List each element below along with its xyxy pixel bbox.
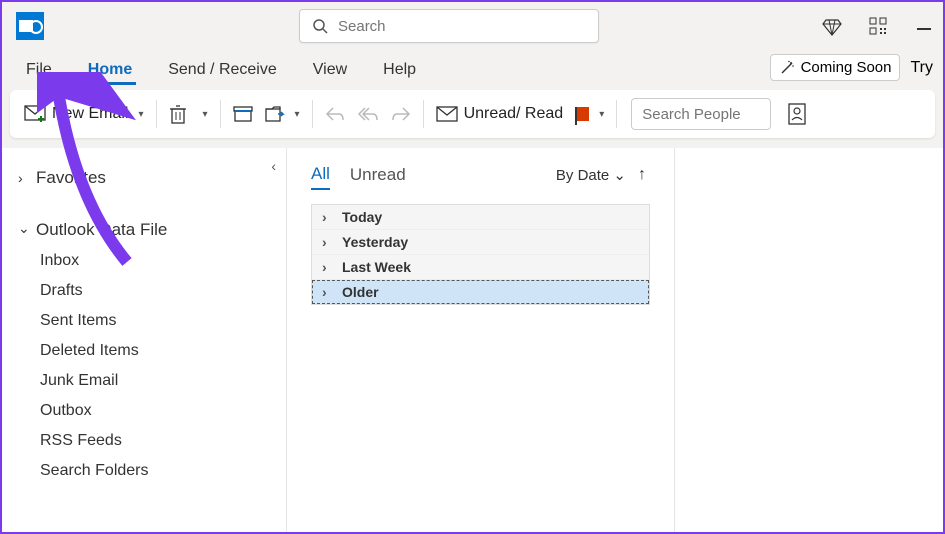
address-book-button[interactable] bbox=[781, 99, 813, 129]
sort-direction-button[interactable]: ↑ bbox=[638, 166, 646, 184]
group-older[interactable]: ›Older bbox=[312, 280, 649, 304]
group-today[interactable]: ›Today bbox=[312, 205, 649, 230]
filter-all[interactable]: All bbox=[311, 164, 330, 190]
tab-home[interactable]: Home bbox=[84, 55, 136, 85]
filter-unread[interactable]: Unread bbox=[350, 165, 406, 189]
chevron-down-icon: ▾ bbox=[295, 109, 300, 120]
unread-read-label: Unread/ Read bbox=[464, 105, 564, 123]
chevron-right-icon: › bbox=[322, 209, 336, 225]
ribbon-tabs: File Home Send / Receive View Help Comin… bbox=[2, 50, 943, 90]
folder-search[interactable]: Search Folders bbox=[18, 456, 270, 486]
chevron-down-icon: ⌄ bbox=[613, 167, 626, 184]
new-mail-icon bbox=[24, 105, 46, 123]
forward-icon bbox=[391, 106, 411, 122]
favorites-group[interactable]: Favorites bbox=[18, 162, 270, 194]
search-icon bbox=[312, 18, 328, 34]
global-search[interactable] bbox=[299, 9, 599, 43]
trash-icon bbox=[169, 104, 187, 124]
wand-icon bbox=[779, 60, 795, 76]
reply-button[interactable] bbox=[319, 102, 351, 126]
flag-button[interactable]: ▾ bbox=[569, 103, 610, 125]
minimize-button[interactable] bbox=[913, 15, 935, 37]
chevron-down-icon: ▾ bbox=[599, 109, 604, 120]
chevron-down-icon: ▾ bbox=[203, 109, 208, 120]
group-yesterday[interactable]: ›Yesterday bbox=[312, 230, 649, 255]
folder-rss[interactable]: RSS Feeds bbox=[18, 426, 270, 456]
folder-outbox[interactable]: Outbox bbox=[18, 396, 270, 426]
titlebar bbox=[2, 2, 943, 50]
chevron-right-icon: › bbox=[322, 234, 336, 250]
move-icon bbox=[265, 105, 285, 123]
data-file-group[interactable]: Outlook Data File bbox=[18, 214, 270, 246]
favorites-label: Favorites bbox=[36, 168, 106, 188]
global-search-input[interactable] bbox=[338, 18, 586, 35]
envelope-icon bbox=[436, 106, 458, 122]
qr-code-icon[interactable] bbox=[867, 15, 889, 37]
coming-soon-label: Coming Soon bbox=[801, 59, 892, 76]
tab-view[interactable]: View bbox=[309, 55, 351, 85]
sort-by-date[interactable]: By Date ⌄ bbox=[556, 166, 626, 184]
separator bbox=[156, 100, 157, 128]
coming-soon-button[interactable]: Coming Soon bbox=[770, 54, 901, 81]
folder-deleted[interactable]: Deleted Items bbox=[18, 336, 270, 366]
search-people-input[interactable] bbox=[631, 98, 771, 130]
folder-sent[interactable]: Sent Items bbox=[18, 306, 270, 336]
tab-file[interactable]: File bbox=[22, 55, 56, 85]
message-groups: ›Today ›Yesterday ›Last Week ›Older bbox=[311, 204, 650, 305]
collapse-folder-pane[interactable]: ‹ bbox=[271, 158, 276, 174]
separator bbox=[312, 100, 313, 128]
tab-help[interactable]: Help bbox=[379, 55, 420, 85]
delete-dropdown[interactable]: ▾ bbox=[193, 105, 214, 124]
outlook-logo-icon bbox=[16, 12, 44, 40]
chevron-down-icon: ▾ bbox=[138, 109, 143, 120]
folder-pane: ‹ Favorites Outlook Data File Inbox Draf… bbox=[2, 148, 287, 532]
archive-icon bbox=[233, 106, 253, 122]
delete-button[interactable] bbox=[163, 100, 193, 128]
folder-junk[interactable]: Junk Email bbox=[18, 366, 270, 396]
toolbar: New Email ▾ ▾ ▾ Unread/ Read bbox=[10, 90, 935, 138]
reply-all-button[interactable] bbox=[351, 102, 385, 126]
main-area: ‹ Favorites Outlook Data File Inbox Draf… bbox=[2, 148, 943, 532]
group-last-week[interactable]: ›Last Week bbox=[312, 255, 649, 280]
premium-diamond-icon[interactable] bbox=[821, 15, 843, 37]
archive-button[interactable] bbox=[227, 102, 259, 126]
reply-all-icon bbox=[357, 106, 379, 122]
toolbar-wrap: New Email ▾ ▾ ▾ Unread/ Read bbox=[2, 90, 943, 148]
folder-drafts[interactable]: Drafts bbox=[18, 276, 270, 306]
folder-inbox[interactable]: Inbox bbox=[18, 246, 270, 276]
flag-icon bbox=[575, 107, 589, 121]
tab-send-receive[interactable]: Send / Receive bbox=[164, 55, 281, 85]
data-file-label: Outlook Data File bbox=[36, 220, 167, 240]
forward-button[interactable] bbox=[385, 102, 417, 126]
separator bbox=[423, 100, 424, 128]
separator bbox=[220, 100, 221, 128]
new-email-label: New Email bbox=[52, 105, 128, 123]
chevron-down-icon bbox=[18, 222, 28, 239]
chevron-right-icon: › bbox=[322, 259, 336, 275]
chevron-right-icon bbox=[18, 170, 28, 186]
address-book-icon bbox=[787, 103, 807, 125]
move-button[interactable]: ▾ bbox=[259, 101, 306, 127]
try-button[interactable]: Try bbox=[906, 55, 937, 81]
unread-read-button[interactable]: Unread/ Read bbox=[430, 101, 570, 127]
new-email-button[interactable]: New Email ▾ bbox=[18, 101, 150, 127]
reading-pane bbox=[675, 148, 943, 532]
message-list-pane: All Unread By Date ⌄ ↑ ›Today ›Yesterday… bbox=[287, 148, 675, 532]
chevron-right-icon: › bbox=[322, 284, 336, 300]
reply-icon bbox=[325, 106, 345, 122]
separator bbox=[616, 100, 617, 128]
